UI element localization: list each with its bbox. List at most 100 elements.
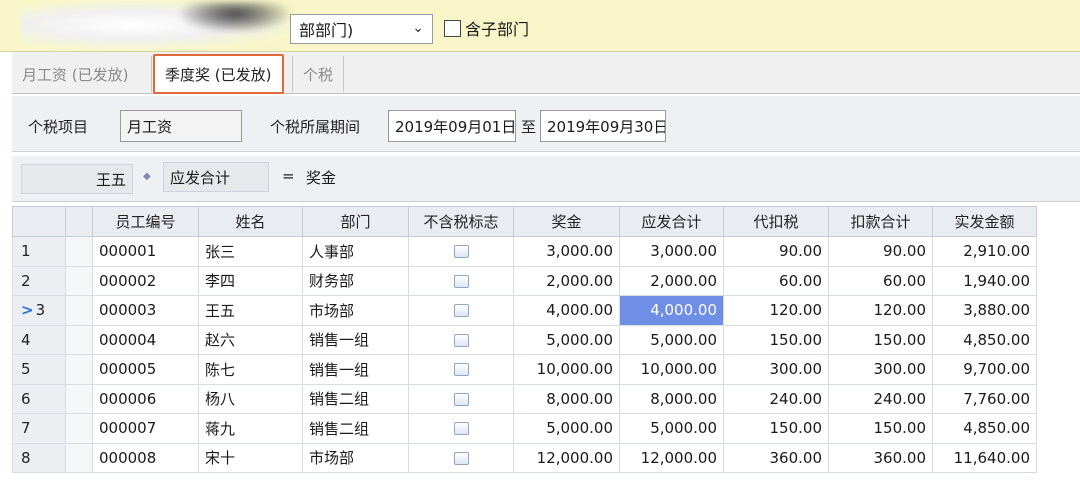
cell-department[interactable]: 销售二组 bbox=[302, 383, 409, 414]
checkbox-icon[interactable] bbox=[453, 363, 469, 377]
cell-employee-id[interactable]: 000005 bbox=[92, 354, 199, 385]
cell-department[interactable]: 销售一组 bbox=[302, 324, 409, 355]
column-header[interactable]: 部门 bbox=[302, 206, 409, 237]
cell-employee-id[interactable]: 000007 bbox=[92, 413, 199, 444]
period-start-date-field[interactable]: 2019年09月01日 bbox=[388, 110, 516, 142]
table-row[interactable]: >3 000003 王五 市场部 4,000.00 4,000.00 120.00 120.0… bbox=[12, 295, 1037, 326]
period-end-date-field[interactable]: 2019年09月30日 bbox=[540, 110, 666, 142]
cell-gross-total[interactable]: 3,000.00 bbox=[619, 236, 724, 267]
row-gutter[interactable] bbox=[65, 265, 93, 296]
cell-gross-total[interactable]: 10,000.00 bbox=[619, 354, 724, 385]
row-number[interactable]: 2 bbox=[12, 265, 66, 296]
cell-employee-id[interactable]: 000002 bbox=[92, 265, 199, 296]
cell-gross-total[interactable]: 4,000.00 bbox=[619, 295, 724, 326]
column-header[interactable]: 实发金额 bbox=[932, 206, 1037, 237]
cell-name[interactable]: 杨八 bbox=[198, 383, 303, 414]
row-number[interactable]: 1 bbox=[12, 236, 66, 267]
cell-deduction-total[interactable]: 150.00 bbox=[828, 413, 933, 444]
checkbox-icon[interactable] bbox=[453, 245, 469, 259]
cell-bonus[interactable]: 3,000.00 bbox=[513, 236, 620, 267]
tab-monthly-salary[interactable]: 月工资 (已发放) bbox=[12, 56, 152, 92]
cell-tax-flag[interactable] bbox=[408, 236, 514, 267]
cell-deduction-total[interactable]: 90.00 bbox=[828, 236, 933, 267]
cell-department[interactable]: 销售二组 bbox=[302, 413, 409, 444]
row-number[interactable]: 4 bbox=[12, 324, 66, 355]
column-header[interactable]: 奖金 bbox=[513, 206, 620, 237]
cell-withheld-tax[interactable]: 150.00 bbox=[723, 324, 829, 355]
cell-withheld-tax[interactable]: 90.00 bbox=[723, 236, 829, 267]
cell-gross-total[interactable]: 2,000.00 bbox=[619, 265, 724, 296]
cell-deduction-total[interactable]: 360.00 bbox=[828, 442, 933, 473]
cell-withheld-tax[interactable]: 300.00 bbox=[723, 354, 829, 385]
cell-deduction-total[interactable]: 150.00 bbox=[828, 324, 933, 355]
cell-net-pay[interactable]: 11,640.00 bbox=[932, 442, 1037, 473]
corner-header[interactable] bbox=[12, 206, 66, 237]
cell-withheld-tax[interactable]: 360.00 bbox=[723, 442, 829, 473]
cell-tax-flag[interactable] bbox=[408, 442, 514, 473]
cell-withheld-tax[interactable]: 60.00 bbox=[723, 265, 829, 296]
cell-employee-id[interactable]: 000006 bbox=[92, 383, 199, 414]
column-header[interactable]: 代扣税 bbox=[723, 206, 829, 237]
cell-department[interactable]: 市场部 bbox=[302, 295, 409, 326]
row-gutter[interactable] bbox=[65, 324, 93, 355]
row-number[interactable]: 8 bbox=[12, 442, 66, 473]
cell-tax-flag[interactable] bbox=[408, 295, 514, 326]
checkbox-icon[interactable] bbox=[453, 422, 469, 436]
cell-bonus[interactable]: 4,000.00 bbox=[513, 295, 620, 326]
column-header[interactable]: 姓名 bbox=[198, 206, 303, 237]
cell-name[interactable]: 赵六 bbox=[198, 324, 303, 355]
table-row[interactable]: 7 000007 蒋九 销售二组 5,000.00 5,000.00 150.00 150.0… bbox=[12, 413, 1037, 444]
cell-tax-flag[interactable] bbox=[408, 354, 514, 385]
cell-net-pay[interactable]: 4,850.00 bbox=[932, 413, 1037, 444]
cell-name[interactable]: 张三 bbox=[198, 236, 303, 267]
cell-tax-flag[interactable] bbox=[408, 383, 514, 414]
cell-net-pay[interactable]: 7,760.00 bbox=[932, 383, 1037, 414]
cell-department[interactable]: 财务部 bbox=[302, 265, 409, 296]
cell-withheld-tax[interactable]: 150.00 bbox=[723, 413, 829, 444]
row-gutter[interactable] bbox=[65, 383, 93, 414]
tax-item-field[interactable]: 月工资 bbox=[120, 110, 242, 142]
cell-bonus[interactable]: 10,000.00 bbox=[513, 354, 620, 385]
formula-employee-box[interactable]: 王五 bbox=[21, 164, 133, 194]
cell-gross-total[interactable]: 12,000.00 bbox=[619, 442, 724, 473]
department-select[interactable]: 部部门) ⌄ bbox=[290, 14, 433, 44]
cell-department[interactable]: 销售一组 bbox=[302, 354, 409, 385]
cell-net-pay[interactable]: 3,880.00 bbox=[932, 295, 1037, 326]
cell-bonus[interactable]: 8,000.00 bbox=[513, 383, 620, 414]
table-row[interactable]: 5 000005 陈七 销售一组 10,000.00 10,000.00 300.00 300… bbox=[12, 354, 1037, 385]
column-header[interactable]: 应发合计 bbox=[619, 206, 724, 237]
cell-bonus[interactable]: 5,000.00 bbox=[513, 324, 620, 355]
cell-employee-id[interactable]: 000004 bbox=[92, 324, 199, 355]
cell-net-pay[interactable]: 2,910.00 bbox=[932, 236, 1037, 267]
cell-net-pay[interactable]: 9,700.00 bbox=[932, 354, 1037, 385]
cell-name[interactable]: 宋十 bbox=[198, 442, 303, 473]
cell-tax-flag[interactable] bbox=[408, 265, 514, 296]
cell-tax-flag[interactable] bbox=[408, 413, 514, 444]
checkbox-icon[interactable] bbox=[453, 304, 469, 318]
row-gutter[interactable] bbox=[65, 236, 93, 267]
cell-department[interactable]: 市场部 bbox=[302, 442, 409, 473]
cell-name[interactable]: 王五 bbox=[198, 295, 303, 326]
cell-bonus[interactable]: 5,000.00 bbox=[513, 413, 620, 444]
cell-name[interactable]: 蒋九 bbox=[198, 413, 303, 444]
cell-withheld-tax[interactable]: 120.00 bbox=[723, 295, 829, 326]
row-number[interactable]: 7 bbox=[12, 413, 66, 444]
cell-tax-flag[interactable] bbox=[408, 324, 514, 355]
cell-deduction-total[interactable]: 60.00 bbox=[828, 265, 933, 296]
column-header[interactable]: 不含税标志 bbox=[408, 206, 514, 237]
checkbox-icon[interactable] bbox=[453, 451, 469, 465]
cell-employee-id[interactable]: 000003 bbox=[92, 295, 199, 326]
cell-department[interactable]: 人事部 bbox=[302, 236, 409, 267]
table-row[interactable]: 1 000001 张三 人事部 3,000.00 3,000.00 90.00 90.00 2,… bbox=[12, 236, 1037, 267]
table-row[interactable]: 6 000006 杨八 销售二组 8,000.00 8,000.00 240.00 240.0… bbox=[12, 383, 1037, 414]
row-gutter[interactable] bbox=[65, 442, 93, 473]
row-gutter[interactable] bbox=[65, 295, 93, 326]
tab-quarterly-bonus[interactable]: 季度奖 (已发放) bbox=[153, 54, 284, 94]
column-header[interactable]: 扣款合计 bbox=[828, 206, 933, 237]
checkbox-icon[interactable] bbox=[444, 19, 461, 37]
chevron-down-icon[interactable]: ⌄ bbox=[412, 20, 424, 36]
column-header[interactable]: 员工编号 bbox=[92, 206, 199, 237]
table-row[interactable]: 2 000002 李四 财务部 2,000.00 2,000.00 60.00 60.00 1,… bbox=[12, 265, 1037, 296]
tab-income-tax[interactable]: 个税 bbox=[292, 56, 344, 92]
cell-gross-total[interactable]: 5,000.00 bbox=[619, 413, 724, 444]
